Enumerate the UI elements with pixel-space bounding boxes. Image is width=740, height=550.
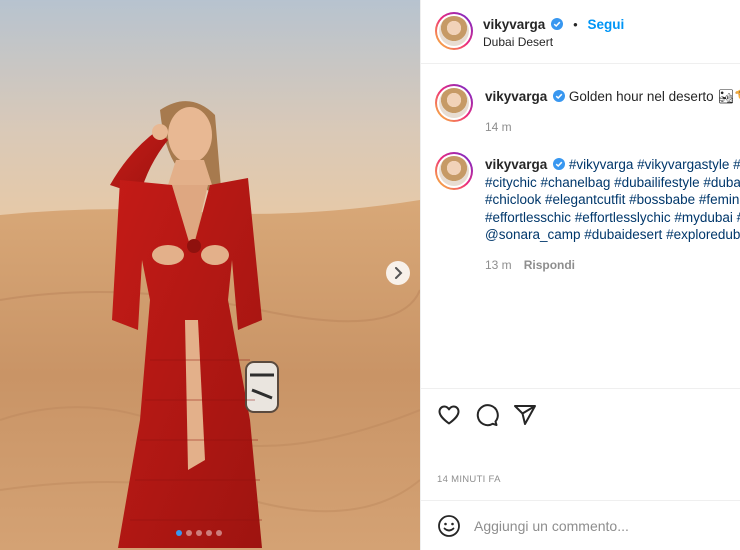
caption-username[interactable]: vikyvarga bbox=[485, 89, 547, 104]
desert-photo-image bbox=[0, 0, 420, 550]
caption-time[interactable]: 14 m bbox=[485, 120, 512, 134]
carousel-dot bbox=[186, 530, 192, 536]
share-icon[interactable] bbox=[513, 403, 537, 427]
comment-meta: 13 m Rispondi bbox=[485, 258, 575, 272]
avatar[interactable] bbox=[435, 12, 473, 50]
avatar[interactable] bbox=[435, 84, 473, 122]
post-actions bbox=[421, 388, 740, 438]
carousel-next-button[interactable] bbox=[386, 261, 410, 285]
avatar[interactable] bbox=[435, 152, 473, 190]
comment-username[interactable]: vikyvarga bbox=[485, 157, 547, 172]
verified-badge-icon bbox=[553, 90, 566, 102]
verified-badge-icon bbox=[553, 158, 566, 170]
post-side-panel: vikyvarga • Segui Dubai Desert vikyvarga… bbox=[420, 0, 740, 550]
comment-input[interactable] bbox=[474, 513, 724, 539]
hashtag-line[interactable]: #vikyvarga #vikyvargastyle #st bbox=[569, 157, 740, 172]
carousel-dot bbox=[216, 530, 222, 536]
post-header: vikyvarga • Segui Dubai Desert bbox=[421, 0, 740, 64]
hashtag-line[interactable]: #effortlesschic #effortlesslychic #mydub… bbox=[485, 209, 740, 227]
add-comment-bar bbox=[421, 500, 740, 550]
header-separator: • bbox=[573, 17, 578, 32]
follow-button[interactable]: Segui bbox=[588, 17, 625, 32]
carousel-dot bbox=[196, 530, 202, 536]
carousel-dots bbox=[176, 530, 222, 536]
comment-time[interactable]: 13 m bbox=[485, 258, 512, 272]
header-username[interactable]: vikyvarga bbox=[483, 17, 545, 32]
hashtag-line[interactable]: #chiclook #elegantcutfit #bossbabe #femi… bbox=[485, 191, 739, 209]
caption-comment: vikyvarga Golden hour nel deserto 🏜🐪 14 … bbox=[421, 80, 740, 140]
post-location[interactable]: Dubai Desert bbox=[483, 35, 553, 49]
chevron-right-icon bbox=[395, 267, 403, 279]
reply-button[interactable]: Rispondi bbox=[524, 258, 575, 272]
verified-badge-icon bbox=[551, 18, 564, 30]
hashtag-comment: vikyvarga #vikyvarga #vikyvargastyle #st… bbox=[421, 150, 740, 280]
hashtag-line[interactable]: #citychic #chanelbag #dubailifestyle #du… bbox=[485, 174, 740, 192]
post-timestamp[interactable]: 14 MINUTI FA bbox=[437, 474, 501, 485]
comment-icon[interactable] bbox=[475, 403, 499, 427]
hashtag-line[interactable]: @sonara_camp #dubaidesert #exploreduba bbox=[485, 226, 740, 244]
emoji-icon[interactable] bbox=[437, 514, 461, 538]
heart-icon[interactable] bbox=[437, 403, 461, 427]
carousel-dot bbox=[176, 530, 182, 536]
carousel-dot bbox=[206, 530, 212, 536]
caption-text: Golden hour nel deserto 🏜🐪 bbox=[568, 89, 740, 104]
post-photo[interactable] bbox=[0, 0, 420, 550]
